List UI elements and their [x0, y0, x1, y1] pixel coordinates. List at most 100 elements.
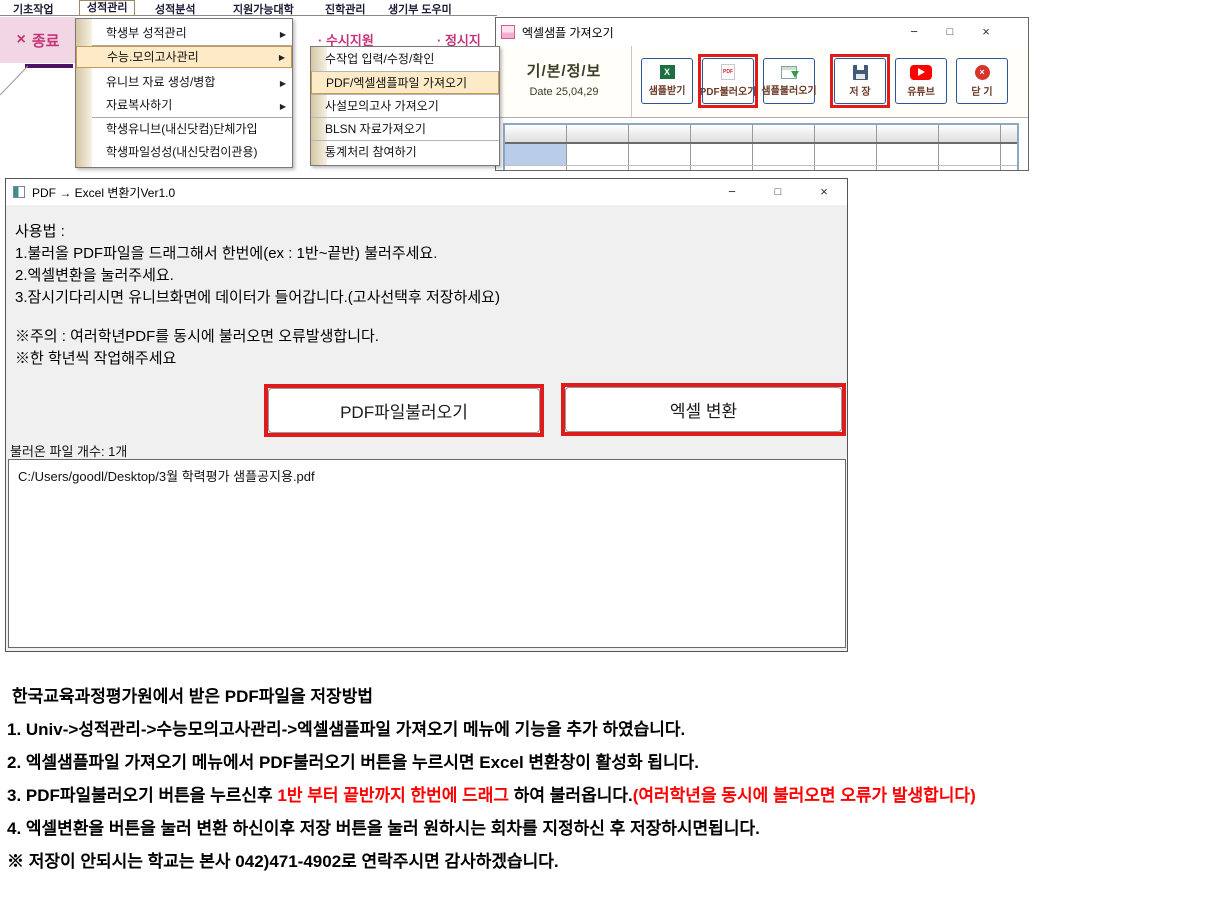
file-path-item[interactable]: C:/Users/goodl/Desktop/3월 학력평가 샘플공지용.pdf — [18, 466, 315, 485]
excel-window-title: 엑셀샘플 가져오기 — [522, 24, 614, 41]
excel-window-controls: − □ × — [896, 18, 1004, 46]
excel-convert-button[interactable]: 엑셀 변환 — [565, 387, 842, 432]
menu-item-label: 수능.모의고사관리 — [107, 50, 199, 64]
file-list-box[interactable]: C:/Users/goodl/Desktop/3월 학력평가 샘플공지용.pdf — [8, 459, 846, 648]
save-highlight-box: 저 장 — [830, 54, 890, 108]
menu-item-univ-data[interactable]: 유니브 자료 생성/병합 ▶ — [76, 71, 292, 94]
instruction-segment: 하여 불러옵니다. — [509, 786, 633, 805]
menubar: 기초작업 성적관리 성적분석 지원가능대학 진학관리 생기부 도우미 — [0, 0, 497, 16]
spreadsheet-grid[interactable] — [503, 123, 1019, 171]
pdf-excel-converter-dialog: PDF → Excel 변환기Ver1.0 − □ × 사용법 : 1.불러올 … — [5, 178, 848, 652]
usage-line: 사용법 : — [15, 221, 500, 243]
menu-item-label: 자료복사하기 — [106, 98, 172, 112]
grid-row — [505, 166, 1017, 171]
pdf-load-highlight-box: PDF PDF불러오기 — [698, 54, 758, 108]
exit-label: 종료 — [32, 30, 60, 51]
instruction-line-1: 1. Univ->성적관리->수능모의고사관리->엑셀샘플파일 가져오기 메뉴에… — [7, 713, 976, 746]
warning-line: ※한 학년씩 작업해주세요 — [15, 348, 379, 370]
close-circle-icon: × — [975, 65, 990, 80]
info-date: Date 25,04,29 — [504, 86, 624, 98]
minimize-button[interactable]: − — [896, 18, 932, 46]
sample-import-icon — [781, 66, 797, 79]
excel-convert-highlight-box: 엑셀 변환 — [561, 383, 846, 436]
toolbar-divider — [631, 46, 632, 117]
excel-window-titlebar: 엑셀샘플 가져오기 − □ × — [496, 18, 1028, 46]
menubar-item-admission[interactable]: 진학관리 — [325, 1, 365, 17]
selected-cell[interactable] — [505, 144, 566, 165]
button-label: 유튜브 — [907, 83, 935, 98]
menu-item-student-record[interactable]: 학생부 성적관리 ▶ — [76, 22, 292, 45]
get-sample-button[interactable]: X 샘플받기 — [641, 58, 693, 104]
dialog-title: PDF → Excel 변환기Ver1.0 — [32, 184, 175, 201]
excel-sample-window: 엑셀샘플 가져오기 − □ × 기/본/정/보 Date 25,04,29 X … — [495, 17, 1029, 171]
submenu-item-pdf-excel-sample[interactable]: PDF/엑셀샘플파일 가져오기 — [311, 71, 499, 94]
menubar-item-possible-univ[interactable]: 지원가능대학 — [233, 1, 294, 17]
submenu-item-manual-entry[interactable]: 수작업 입력/수정/확인 — [311, 48, 499, 71]
instruction-segment-red: (여러학년을 동시에 불러오면 오류가 발생합니다) — [633, 786, 976, 805]
submenu-arrow-icon: ▶ — [280, 23, 286, 46]
menu-item-copy-data[interactable]: 자료복사하기 ▶ — [76, 94, 292, 117]
usage-line: 1.불러올 PDF파일을 드래그해서 한번에(ex : 1반~끝반) 불러주세요… — [15, 243, 500, 265]
purple-divider — [25, 64, 73, 68]
menu-item-student-file[interactable]: 학생파일성성(내신닷컴이관용) — [76, 141, 292, 164]
menu-item-univ-group-join[interactable]: 학생유니브(내신닷컴)단체가입 — [76, 118, 292, 141]
menu-item-label: 유니브 자료 생성/병합 — [106, 75, 215, 89]
pdf-load-highlight-box: PDF파일불러오기 — [264, 384, 544, 437]
exit-button[interactable]: × 종료 — [0, 17, 76, 63]
menu-item-label: 사설모의고사 가져오기 — [325, 99, 439, 113]
menubar-item-score-management[interactable]: 성적관리 — [79, 0, 135, 16]
usage-line: 2.엑셀변환을 눌러주세요. — [15, 265, 500, 287]
toolbar-buttons: X 샘플받기 PDF PDF불러오기 샘플불러오기 저 장 — [637, 54, 1013, 108]
youtube-button[interactable]: 유튜브 — [895, 58, 947, 104]
dialog-body: 사용법 : 1.불러올 PDF파일을 드래그해서 한번에(ex : 1반~끝반)… — [6, 205, 847, 651]
menubar-item-basic[interactable]: 기초작업 — [13, 1, 53, 17]
warning-text: ※주의 : 여러학년PDF를 동시에 불러오면 오류발생합니다. ※한 학년씩 … — [15, 326, 379, 370]
menubar-item-record-helper[interactable]: 생기부 도우미 — [388, 1, 452, 17]
button-label: 닫 기 — [971, 83, 992, 98]
diagonal-line — [0, 62, 32, 98]
exit-x-icon: × — [17, 32, 26, 48]
menu-item-label: 통계처리 참여하기 — [325, 145, 417, 159]
maximize-button[interactable]: □ — [932, 18, 968, 46]
dialog-icon — [13, 186, 25, 198]
button-label: 저 장 — [849, 83, 870, 98]
button-label: 샘플받기 — [649, 82, 686, 97]
close-window-button[interactable]: × 닫 기 — [956, 58, 1008, 104]
submenu-arrow-icon: ▶ — [280, 95, 286, 118]
dialog-titlebar: PDF → Excel 변환기Ver1.0 − □ × — [6, 179, 847, 205]
excel-icon: X — [660, 65, 675, 79]
score-management-dropdown: 학생부 성적관리 ▶ 수능.모의고사관리 ▶ 유니브 자료 생성/병합 ▶ 자료… — [75, 18, 293, 168]
pdf-file-load-button[interactable]: PDF파일불러오기 — [268, 388, 540, 433]
info-title: 기/본/정/보 — [504, 60, 624, 81]
close-button[interactable]: × — [968, 18, 1004, 46]
menu-item-mock-exam[interactable]: 수능.모의고사관리 ▶ — [76, 46, 292, 68]
grid-row — [505, 144, 1017, 166]
instruction-line-2: 2. 엑셀샘플파일 가져오기 메뉴에서 PDF불러오기 버튼을 누르시면 Exc… — [7, 746, 976, 779]
excel-window-icon — [501, 25, 515, 39]
instructions-title: 한국교육과정평가원에서 받은 PDF파일을 저장방법 — [7, 680, 976, 713]
instruction-line-3: 3. PDF파일불러오기 버튼을 누르신후 1반 부터 끝반까지 한번에 드래그… — [7, 779, 976, 812]
info-panel: 기/본/정/보 Date 25,04,29 — [504, 60, 624, 98]
minimize-button[interactable]: − — [709, 179, 755, 205]
file-count-label: 불러온 파일 개수: 1개 — [10, 441, 127, 460]
instructions-block: 한국교육과정평가원에서 받은 PDF파일을 저장방법 1. Univ->성적관리… — [7, 680, 976, 878]
submenu-item-blsn[interactable]: BLSN 자료가져오기 — [311, 117, 499, 140]
submenu-item-private-mock[interactable]: 사설모의고사 가져오기 — [311, 94, 499, 117]
button-label: PDF불러오기 — [700, 83, 757, 98]
submenu-item-statistics[interactable]: 통계처리 참여하기 — [311, 140, 499, 163]
menubar-item-score-analysis[interactable]: 성적분석 — [155, 1, 195, 17]
usage-line: 3.잠시기다리시면 유니브화면에 데이터가 들어갑니다.(고사선택후 저장하세요… — [15, 287, 500, 309]
usage-text: 사용법 : 1.불러올 PDF파일을 드래그해서 한번에(ex : 1반~끝반)… — [15, 221, 500, 309]
pdf-load-button[interactable]: PDF PDF불러오기 — [702, 58, 754, 104]
save-icon — [853, 65, 868, 80]
close-button[interactable]: × — [801, 179, 847, 205]
save-button[interactable]: 저 장 — [834, 58, 886, 104]
instruction-line-5: ※ 저장이 안되시는 학교는 본사 042)471-4902로 연락주시면 감사… — [7, 845, 976, 878]
warning-line: ※주의 : 여러학년PDF를 동시에 불러오면 오류발생합니다. — [15, 326, 379, 348]
maximize-button[interactable]: □ — [755, 179, 801, 205]
dialog-controls: − □ × — [709, 179, 847, 205]
submenu-arrow-icon: ▶ — [279, 48, 285, 68]
menu-item-label: 학생파일성성(내신닷컴이관용) — [106, 145, 258, 159]
youtube-icon — [910, 65, 932, 80]
sample-load-button[interactable]: 샘플불러오기 — [763, 58, 815, 104]
